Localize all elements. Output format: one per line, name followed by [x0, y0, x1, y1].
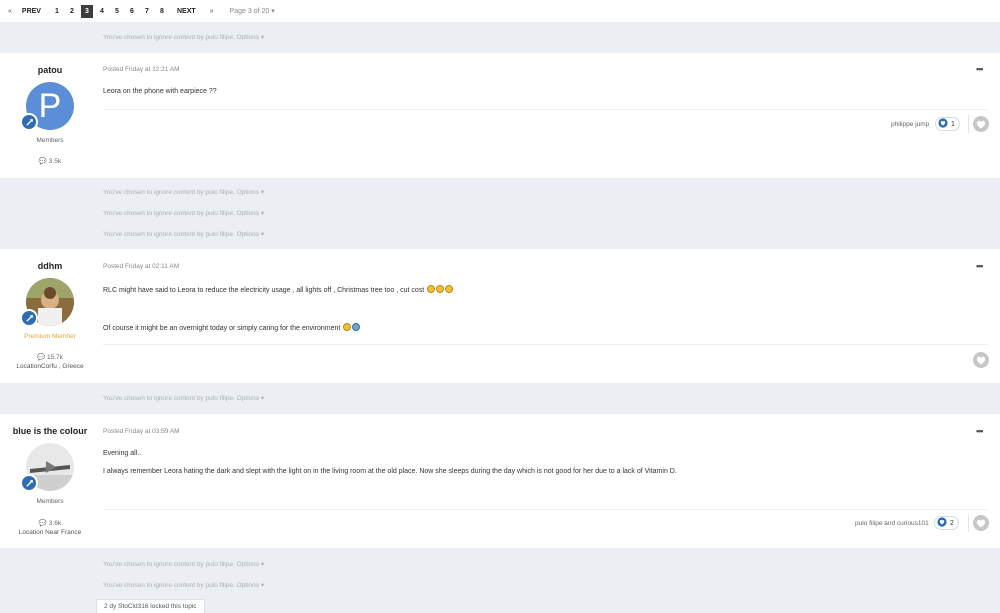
post-date[interactable]: Posted Friday at 12:21 AM: [103, 66, 180, 73]
ignored-notice-text: You've chosen to ignore content by pulo …: [103, 231, 235, 238]
ignored-post-notice: You've chosen to ignore content by pulo …: [103, 560, 264, 568]
ignored-post-notice: You've chosen to ignore content by pulo …: [103, 394, 264, 402]
ignored-notice-text: You've chosen to ignore content by pulo …: [103, 189, 235, 196]
divider: [103, 109, 988, 110]
rank-badge-icon: [20, 113, 38, 131]
member-role: Premium Member: [24, 333, 76, 340]
member-location: LocationCorfu , Greece: [16, 363, 84, 370]
ignore-options-link[interactable]: Options ▾: [237, 582, 264, 589]
reacted-users[interactable]: pulo filipe and curious101: [855, 520, 929, 527]
ignore-options-link[interactable]: Options ▾: [237, 210, 264, 217]
locked-time[interactable]: 2 dy: [104, 603, 116, 610]
forum-post: patou P Members 💬 3.5k Posted Friday at …: [0, 53, 1000, 178]
divider: [103, 344, 988, 345]
next-page-link[interactable]: NEXT: [177, 8, 196, 15]
reaction-count: 2: [950, 519, 954, 527]
ignore-options-link[interactable]: Options ▾: [237, 34, 264, 41]
globe-emoji-icon: [352, 323, 361, 331]
emoji-icon: [427, 285, 436, 293]
ignored-notice-text: You've chosen to ignore content by pulo …: [103, 582, 235, 589]
locked-action: locked this topic: [150, 603, 197, 610]
post-count: 💬 3.5k: [38, 158, 62, 165]
reaction-count-pill[interactable]: 1: [935, 117, 960, 131]
comment-icon: 💬: [38, 158, 47, 165]
pagination: « PREV 1 2 3 4 5 6 7 8 NEXT » Page 3 of …: [0, 0, 1000, 22]
ellipsis-icon[interactable]: •••: [976, 261, 984, 271]
reaction-like-icon: [938, 118, 948, 130]
ignore-options-link[interactable]: Options ▾: [237, 395, 264, 402]
post-date[interactable]: Posted Friday at 02:11 AM: [103, 263, 179, 270]
ignored-notice-text: You've chosen to ignore content by pulo …: [103, 210, 235, 217]
ignored-post-notice: You've chosen to ignore content by pulo …: [103, 188, 264, 196]
divider: [968, 514, 969, 532]
divider: [968, 115, 969, 133]
page-link-6[interactable]: 6: [126, 5, 138, 18]
ignored-notice-text: You've chosen to ignore content by pulo …: [103, 395, 235, 402]
rank-badge-icon: [20, 474, 38, 492]
ignored-posts-band: You've chosen to ignore content by pulo …: [0, 383, 1000, 414]
heart-icon[interactable]: [973, 352, 989, 368]
post-count: 💬 15.7k: [37, 354, 63, 361]
page-link-4[interactable]: 4: [96, 5, 108, 18]
page-link-1[interactable]: 1: [51, 5, 63, 18]
post-body-line: RLC might have said to Leora to reduce t…: [103, 285, 454, 294]
emoji-icon: [445, 285, 454, 293]
comment-icon: 💬: [37, 354, 46, 361]
ignored-post-notice: You've chosen to ignore content by pulo …: [103, 230, 264, 238]
topic-locked-notice: 2 dy StoCld316 locked this topic: [96, 599, 205, 613]
post-body-line: Of course it might be an overnight today…: [103, 323, 361, 332]
ignore-options-link[interactable]: Options ▾: [237, 231, 264, 238]
locked-by-user[interactable]: StoCld316: [118, 603, 148, 610]
post-count: 💬 3.6k: [38, 520, 62, 527]
page-link-5[interactable]: 5: [111, 5, 123, 18]
page-link-3-current[interactable]: 3: [80, 4, 93, 18]
rank-badge-icon: [20, 309, 38, 327]
member-location: Location Near France: [18, 529, 82, 536]
forum-post: blue is the colour Members 💬 3.6k Locati…: [0, 414, 1000, 548]
reaction-like-icon: [937, 517, 947, 529]
reacted-users[interactable]: philippe jump: [891, 121, 929, 128]
post-body-line: Leora on the phone with earpiece ??: [103, 88, 217, 95]
forum-post: ddhm Premium Member 💬 15.7k LocationCorf…: [0, 249, 1000, 383]
heart-icon[interactable]: [973, 116, 989, 132]
post-body-line: Evening all..: [103, 450, 142, 457]
heart-icon[interactable]: [973, 515, 989, 531]
ignored-posts-band: You've chosen to ignore content by pulo …: [0, 22, 1000, 53]
emoji-icon: [343, 323, 352, 331]
member-role: Members: [36, 137, 64, 144]
ignored-post-notice: You've chosen to ignore content by pulo …: [103, 33, 264, 41]
page-jump-dropdown[interactable]: Page 3 of 20 ▾: [230, 7, 275, 15]
post-date[interactable]: Posted Friday at 03:59 AM: [103, 428, 180, 435]
author-name[interactable]: patou: [0, 65, 100, 75]
first-page-link[interactable]: «: [8, 8, 12, 15]
page-link-8[interactable]: 8: [156, 5, 168, 18]
page-link-2[interactable]: 2: [66, 5, 78, 18]
divider: [103, 509, 988, 510]
ignored-post-notice: You've chosen to ignore content by pulo …: [103, 209, 264, 217]
comment-icon: 💬: [38, 520, 47, 527]
ignored-notice-text: You've chosen to ignore content by pulo …: [103, 561, 235, 568]
page-link-7[interactable]: 7: [141, 5, 153, 18]
ignored-notice-text: You've chosen to ignore content by pulo …: [103, 34, 235, 41]
ignored-posts-band: You've chosen to ignore content by pulo …: [0, 178, 1000, 249]
member-role: Members: [36, 498, 64, 505]
reaction-count: 1: [951, 120, 955, 128]
ignored-post-notice: You've chosen to ignore content by pulo …: [103, 581, 264, 589]
author-name[interactable]: ddhm: [0, 261, 100, 271]
emoji-icon: [436, 285, 445, 293]
ignore-options-link[interactable]: Options ▾: [237, 561, 264, 568]
last-page-link[interactable]: »: [210, 8, 214, 15]
author-name[interactable]: blue is the colour: [0, 426, 100, 436]
ellipsis-icon[interactable]: •••: [976, 426, 984, 436]
ellipsis-icon[interactable]: •••: [976, 64, 984, 74]
ignore-options-link[interactable]: Options ▾: [237, 189, 264, 196]
reaction-count-pill[interactable]: 2: [934, 516, 959, 530]
prev-page-link[interactable]: PREV: [22, 8, 41, 15]
post-body-line: I always remember Leora hating the dark …: [103, 468, 677, 475]
